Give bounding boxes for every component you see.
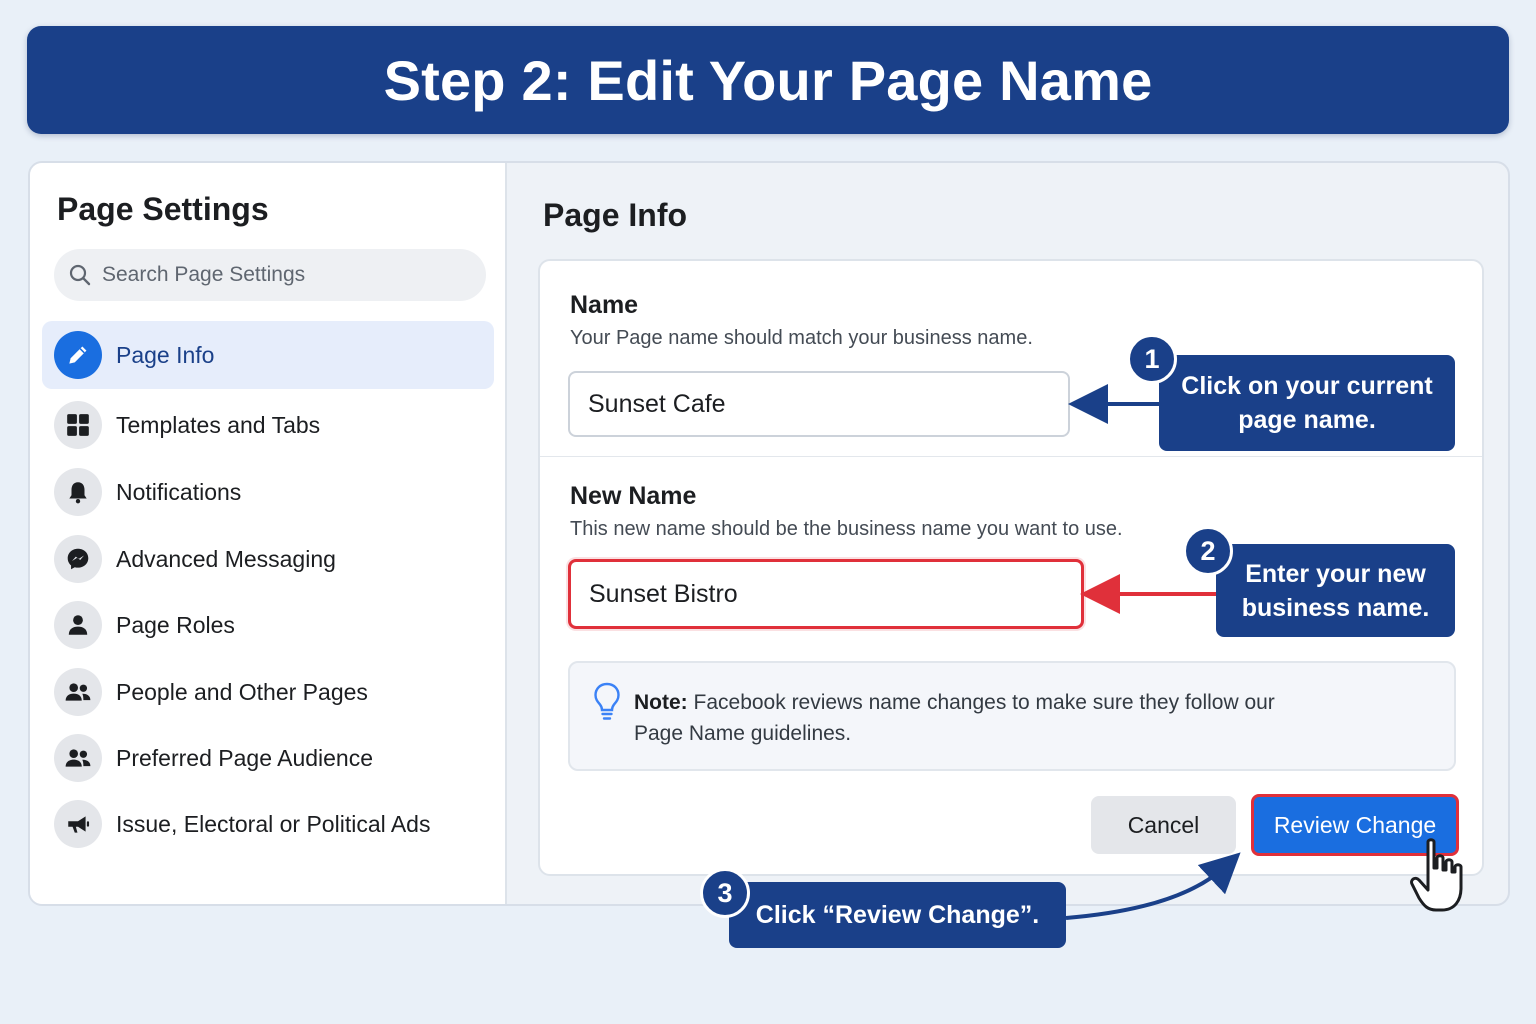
annotation-overlay bbox=[1065, 384, 1463, 920]
callout-1-text: Click on your current page name. bbox=[1181, 372, 1433, 434]
step-badge-2: 2 bbox=[1183, 526, 1233, 576]
callout-1: Click on your current page name. bbox=[1159, 355, 1455, 451]
callout-2-text: Enter your new business name. bbox=[1241, 559, 1430, 622]
arrow-3 bbox=[1065, 852, 1241, 920]
callout-2: Enter your new business name. bbox=[1216, 544, 1455, 637]
callout-3-text: Click “Review Change”. bbox=[755, 901, 1040, 929]
step-badge-3: 3 bbox=[700, 868, 750, 918]
hand-cursor-icon bbox=[1410, 838, 1463, 912]
step-badge-1: 1 bbox=[1127, 334, 1177, 384]
callout-3: Click “Review Change”. bbox=[729, 882, 1066, 948]
